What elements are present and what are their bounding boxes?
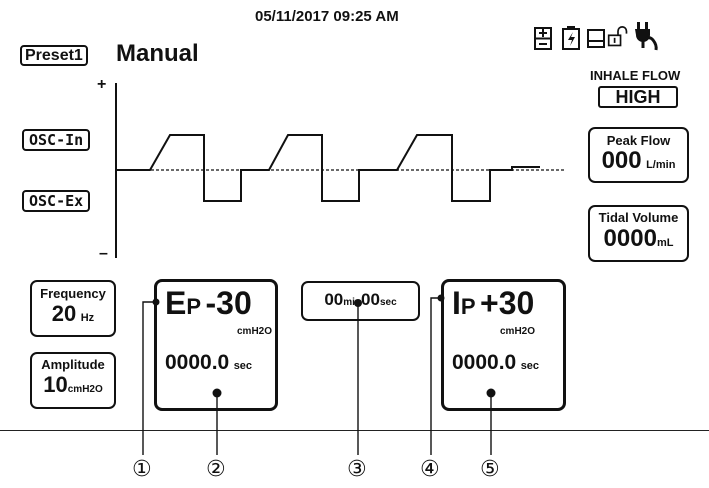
callout-5: ⑤ (480, 457, 500, 482)
callout-leader-4 (430, 297, 441, 455)
callout-3: ③ (347, 457, 367, 482)
callout-2: ② (206, 457, 226, 482)
callout-leaders (142, 294, 496, 455)
callout-1: ① (132, 457, 152, 482)
callout-4: ④ (420, 457, 440, 482)
callout-leader-1 (142, 301, 156, 455)
